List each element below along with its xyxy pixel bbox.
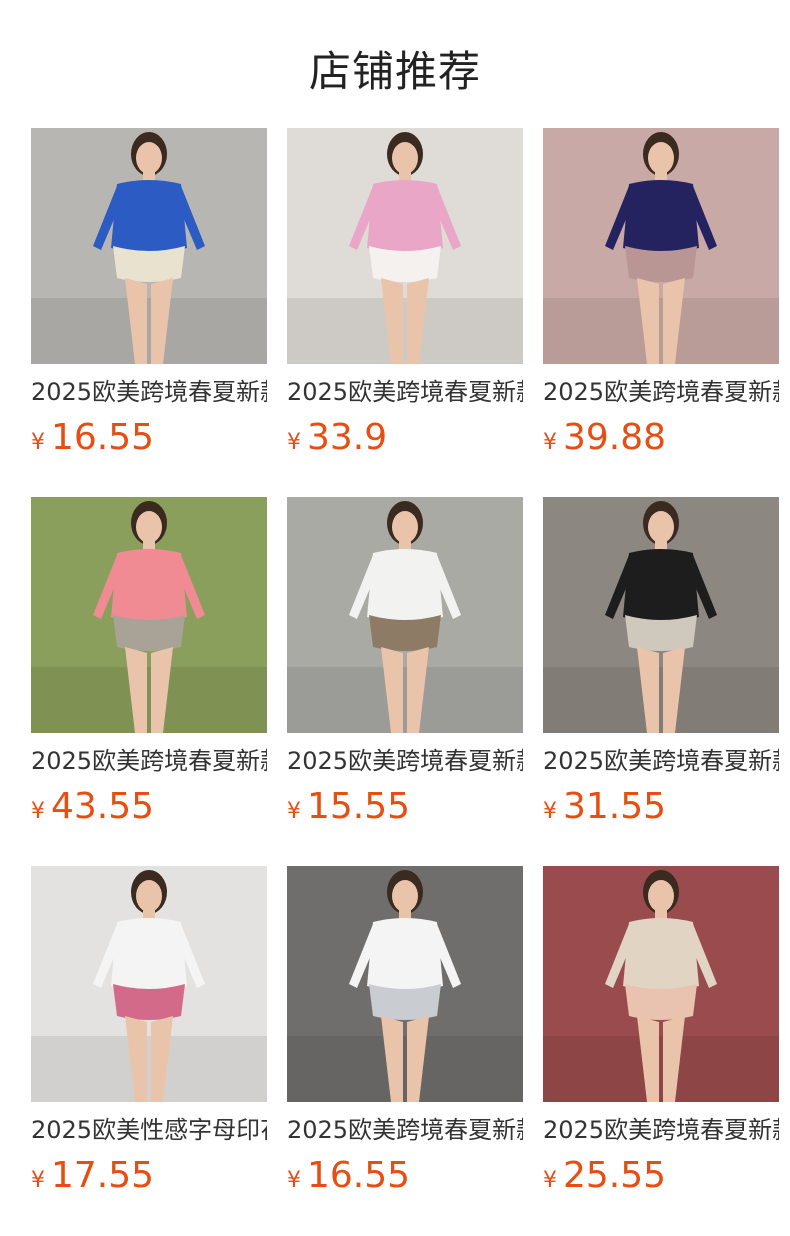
product-name[interactable]: 2025欧美跨境春夏新款 — [287, 745, 523, 777]
graphic-bodysuit-photo — [31, 866, 267, 1102]
currency-symbol: ¥ — [543, 430, 557, 455]
black-mini-dress-photo — [543, 497, 779, 733]
price-value: 15.55 — [307, 786, 411, 827]
product-price: ¥25.55 — [543, 1154, 779, 1204]
product-image[interactable] — [287, 128, 523, 364]
currency-symbol: ¥ — [31, 1168, 45, 1193]
price-value: 31.55 — [563, 786, 667, 827]
product-price: ¥43.55 — [31, 785, 267, 835]
product-name[interactable]: 2025欧美性感字母印花 — [31, 1114, 267, 1146]
product-price: ¥31.55 — [543, 785, 779, 835]
price-value: 33.9 — [307, 417, 388, 458]
product-price: ¥39.88 — [543, 416, 779, 466]
product-name[interactable]: 2025欧美跨境春夏新款 — [287, 1114, 523, 1146]
white-ruffle-skirt-photo — [287, 866, 523, 1102]
product-name[interactable]: 2025欧美跨境春夏新款 — [31, 376, 267, 408]
currency-symbol: ¥ — [543, 799, 557, 824]
product-price: ¥17.55 — [31, 1154, 267, 1204]
currency-symbol: ¥ — [31, 799, 45, 824]
navy-gown-photo — [543, 128, 779, 364]
product-name[interactable]: 2025欧美跨境春夏新款 — [543, 745, 779, 777]
page-title: 店铺推荐 — [308, 47, 481, 96]
product-image[interactable] — [287, 866, 523, 1102]
product-image[interactable] — [287, 497, 523, 733]
product-name[interactable]: 2025欧美跨境春夏新款 — [287, 376, 523, 408]
blue-star-top-photo — [31, 128, 267, 364]
product-card[interactable]: 2025欧美性感字母印花 ¥17.55 — [31, 866, 267, 1235]
product-name[interactable]: 2025欧美跨境春夏新款 — [31, 745, 267, 777]
price-value: 43.55 — [51, 786, 155, 827]
product-card[interactable]: 2025欧美跨境春夏新款 ¥25.55 — [543, 866, 779, 1235]
product-card[interactable]: 2025欧美跨境春夏新款 ¥31.55 — [543, 497, 779, 866]
header: 店铺推荐 — [0, 0, 790, 128]
product-card[interactable]: 2025欧美跨境春夏新款 ¥33.9 — [287, 128, 523, 497]
product-image[interactable] — [543, 128, 779, 364]
product-image[interactable] — [31, 128, 267, 364]
product-name[interactable]: 2025欧美跨境春夏新款 — [543, 376, 779, 408]
product-price: ¥16.55 — [287, 1154, 523, 1204]
beige-cargo-skirt-photo — [543, 866, 779, 1102]
price-value: 16.55 — [307, 1155, 411, 1196]
product-grid: 2025欧美跨境春夏新款 ¥16.55 2025欧美跨境春夏新款 ¥33.9 2… — [31, 128, 779, 1235]
product-image[interactable] — [31, 866, 267, 1102]
price-value: 17.55 — [51, 1155, 155, 1196]
product-card[interactable]: 2025欧美跨境春夏新款 ¥16.55 — [31, 128, 267, 497]
currency-symbol: ¥ — [287, 1168, 301, 1193]
pink-maxi-dress-photo — [31, 497, 267, 733]
price-value: 39.88 — [563, 417, 667, 458]
product-price: ¥33.9 — [287, 416, 523, 466]
currency-symbol: ¥ — [287, 430, 301, 455]
price-value: 16.55 — [51, 417, 155, 458]
product-card[interactable]: 2025欧美跨境春夏新款 ¥43.55 — [31, 497, 267, 866]
product-image[interactable] — [31, 497, 267, 733]
product-name[interactable]: 2025欧美跨境春夏新款 — [543, 1114, 779, 1146]
product-image[interactable] — [543, 497, 779, 733]
currency-symbol: ¥ — [31, 430, 45, 455]
product-price: ¥15.55 — [287, 785, 523, 835]
product-image[interactable] — [543, 866, 779, 1102]
currency-symbol: ¥ — [287, 799, 301, 824]
price-value: 25.55 — [563, 1155, 667, 1196]
currency-symbol: ¥ — [543, 1168, 557, 1193]
product-price: ¥16.55 — [31, 416, 267, 466]
pink-romper-photo — [287, 128, 523, 364]
product-card[interactable]: 2025欧美跨境春夏新款 ¥16.55 — [287, 866, 523, 1235]
product-card[interactable]: 2025欧美跨境春夏新款 ¥39.88 — [543, 128, 779, 497]
white-bodysuit-photo — [287, 497, 523, 733]
product-card[interactable]: 2025欧美跨境春夏新款 ¥15.55 — [287, 497, 523, 866]
